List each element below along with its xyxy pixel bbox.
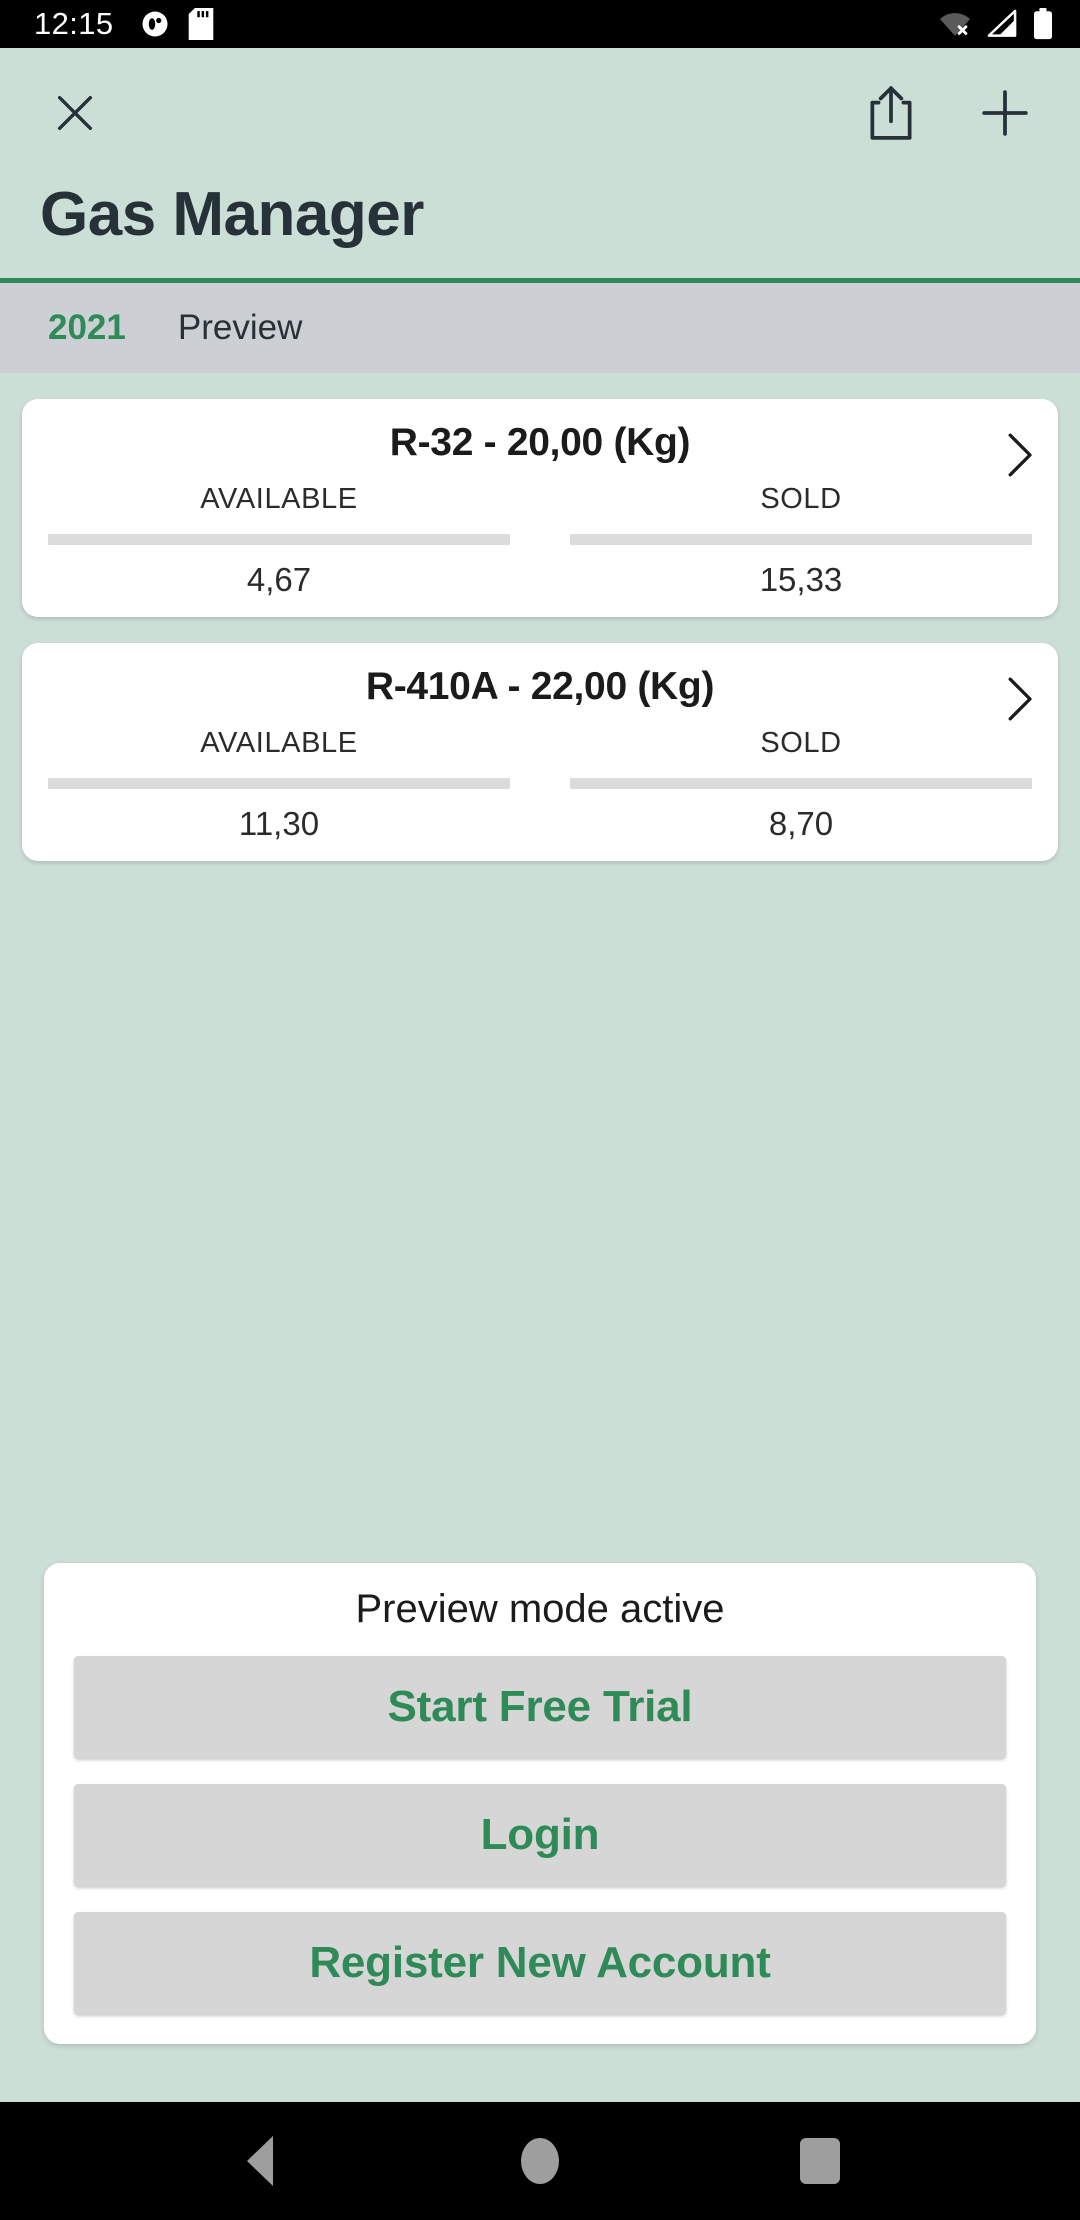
register-new-account-button[interactable]: Register New Account — [74, 1912, 1006, 2014]
metric-label: AVAILABLE — [200, 483, 358, 515]
tab-preview[interactable]: Preview — [178, 308, 302, 348]
progress-track — [570, 778, 1032, 789]
page-title: Gas Manager — [40, 180, 424, 249]
metric-label: AVAILABLE — [200, 727, 358, 759]
app-container: Gas Manager 2021 Preview R-32 - 20,00 (K… — [0, 48, 1080, 2102]
cellular-signal-icon — [987, 9, 1017, 37]
recents-icon — [800, 2138, 840, 2184]
status-bar: 12:15 — [0, 0, 1080, 48]
content-area: R-32 - 20,00 (Kg) AVAILABLE 4,67 SOLD 15… — [0, 373, 1080, 2102]
share-icon — [870, 86, 912, 140]
nav-back-button[interactable] — [215, 2116, 305, 2206]
preview-mode-panel: Preview mode active Start Free Trial Log… — [44, 1563, 1036, 2044]
progress-track — [48, 534, 510, 545]
gas-card-metrics: AVAILABLE 4,67 SOLD 15,33 — [48, 483, 1032, 599]
metric-value: 11,30 — [238, 805, 320, 842]
gas-card-metrics: AVAILABLE 11,30 SOLD 8,70 — [48, 727, 1032, 843]
preview-mode-title: Preview mode active — [355, 1587, 725, 1631]
tab-year[interactable]: 2021 — [48, 308, 126, 348]
nav-home-button[interactable] — [495, 2116, 585, 2206]
close-button[interactable] — [40, 78, 110, 148]
gas-card[interactable]: R-410A - 22,00 (Kg) AVAILABLE 11,30 SOLD — [22, 643, 1058, 861]
chevron-right-icon[interactable] — [1002, 677, 1036, 721]
wifi-disconnected-icon — [940, 13, 970, 36]
back-icon — [247, 2136, 273, 2186]
metric-label: SOLD — [760, 727, 842, 759]
app-notification-icon — [142, 11, 168, 37]
status-notification-icons — [140, 8, 214, 40]
metric-available: AVAILABLE 4,67 — [48, 483, 540, 599]
gas-card[interactable]: R-32 - 20,00 (Kg) AVAILABLE 4,67 SOLD 15… — [22, 399, 1058, 617]
plus-icon — [982, 90, 1028, 136]
app-toolbar — [0, 48, 1080, 178]
battery-full-icon — [1033, 8, 1053, 40]
status-time: 12:15 — [34, 6, 114, 41]
home-icon — [521, 2138, 559, 2184]
status-right-icons — [938, 8, 1054, 40]
metric-label: SOLD — [760, 483, 842, 515]
start-free-trial-button[interactable]: Start Free Trial — [74, 1656, 1006, 1758]
sd-card-icon — [188, 8, 213, 40]
progress-track — [570, 534, 1032, 545]
metric-value: 4,67 — [246, 561, 312, 598]
android-navigation-bar — [0, 2102, 1080, 2220]
metric-value: 15,33 — [759, 561, 843, 598]
metric-sold: SOLD 8,70 — [540, 727, 1032, 843]
gas-card-title: R-410A - 22,00 (Kg) — [365, 665, 715, 708]
phone-screen: 12:15 Gas Manager 2021 Preview R-32 - 20… — [0, 0, 1080, 2220]
login-button[interactable]: Login — [74, 1784, 1006, 1886]
nav-recents-button[interactable] — [775, 2116, 865, 2206]
metric-available: AVAILABLE 11,30 — [48, 727, 540, 843]
metric-sold: SOLD 15,33 — [540, 483, 1032, 599]
share-button[interactable] — [856, 78, 926, 148]
close-icon — [57, 95, 93, 131]
add-button[interactable] — [970, 78, 1040, 148]
gas-card-title: R-32 - 20,00 (Kg) — [389, 421, 691, 464]
metric-value: 8,70 — [768, 805, 834, 842]
progress-track — [48, 778, 510, 789]
chevron-right-icon[interactable] — [1002, 433, 1036, 477]
tab-bar: 2021 Preview — [0, 283, 1080, 373]
